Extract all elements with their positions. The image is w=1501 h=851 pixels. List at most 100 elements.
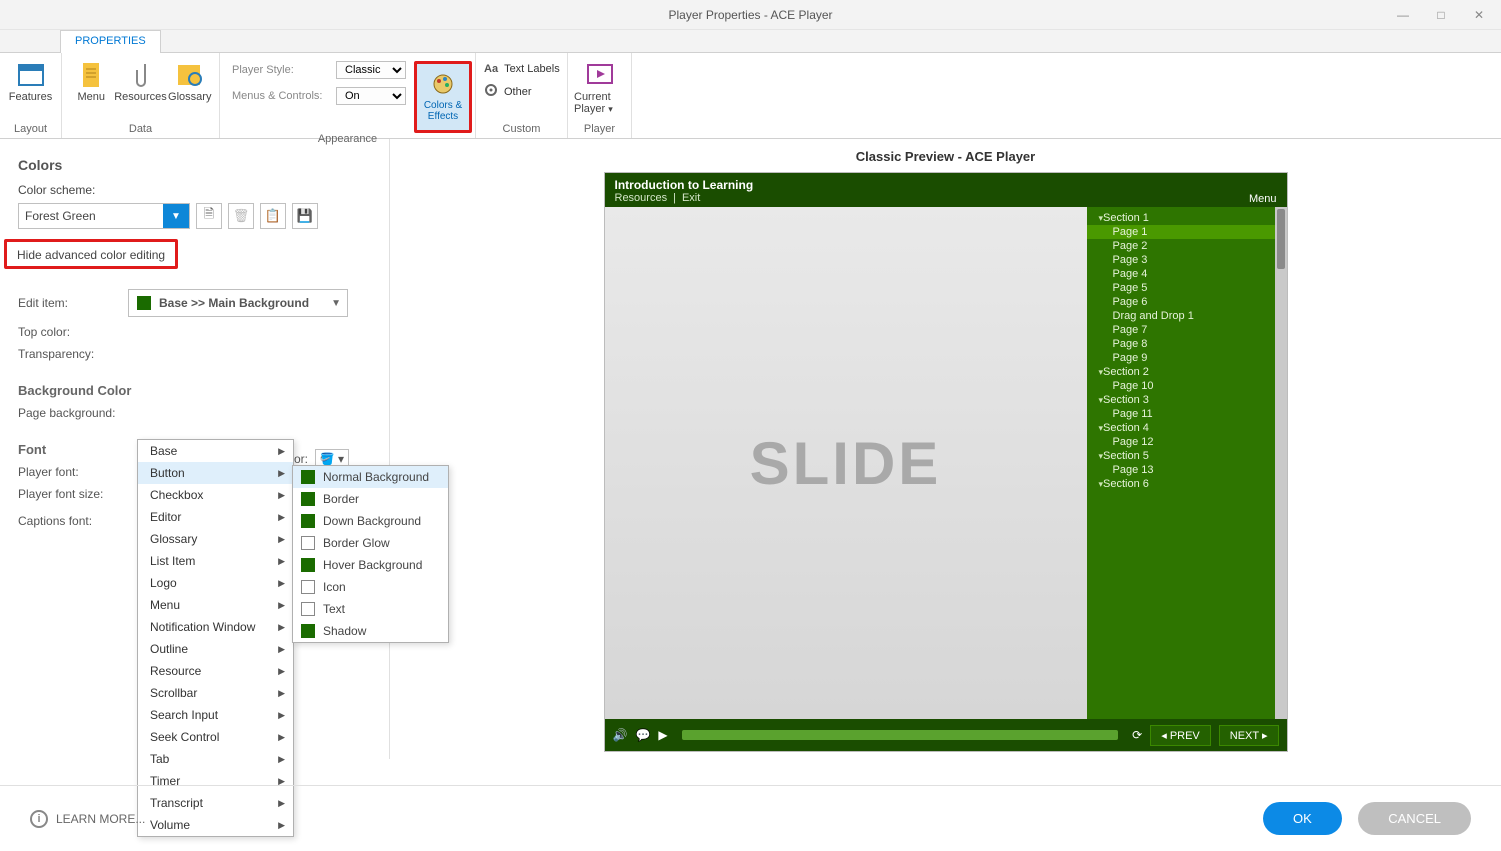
- glossary-icon: [174, 59, 206, 91]
- course-title: Introduction to Learning: [615, 178, 1277, 192]
- chevron-down-icon: ▼: [331, 298, 341, 309]
- new-scheme-button[interactable]: 🗎: [196, 203, 222, 229]
- current-player-icon: [584, 59, 616, 91]
- features-button[interactable]: Features: [6, 57, 55, 103]
- edit-item-select[interactable]: Base >> Main Background ▼: [128, 289, 348, 317]
- submenu-item-down-background[interactable]: Down Background: [293, 510, 448, 532]
- resources-button[interactable]: Resources: [115, 57, 167, 103]
- slide-area: SLIDE: [605, 207, 1087, 719]
- menu-item-notification-window[interactable]: Notification Window▶: [138, 616, 293, 638]
- outline-section[interactable]: Section 1: [1087, 211, 1287, 225]
- top-color-label: Top color:: [18, 325, 128, 339]
- menu-item-tab[interactable]: Tab▶: [138, 748, 293, 770]
- left-panel: Colors Color scheme: Forest Green ▼ 🗎 🗑 …: [0, 139, 390, 759]
- menu-item-logo[interactable]: Logo▶: [138, 572, 293, 594]
- paperclip-icon: [125, 59, 157, 91]
- replay-icon[interactable]: ⟳: [1132, 728, 1142, 742]
- resources-link[interactable]: Resources: [615, 192, 668, 204]
- outline-page[interactable]: Page 2: [1087, 239, 1287, 253]
- delete-scheme-button[interactable]: 🗑: [228, 203, 254, 229]
- outline-section[interactable]: Section 6: [1087, 477, 1287, 491]
- player-style-select[interactable]: Classic: [336, 61, 406, 79]
- exit-link[interactable]: Exit: [682, 192, 700, 204]
- submenu-item-border-glow[interactable]: Border Glow: [293, 532, 448, 554]
- tab-properties[interactable]: PROPERTIES: [60, 30, 161, 53]
- volume-icon[interactable]: 🔊: [613, 728, 628, 742]
- menu-item-checkbox[interactable]: Checkbox▶: [138, 484, 293, 506]
- menu-item-glossary[interactable]: Glossary▶: [138, 528, 293, 550]
- menu-item-outline[interactable]: Outline▶: [138, 638, 293, 660]
- other-button[interactable]: Other: [484, 83, 532, 100]
- duplicate-scheme-button[interactable]: 📋: [260, 203, 286, 229]
- outline-page[interactable]: Page 7: [1087, 323, 1287, 337]
- play-icon[interactable]: ▶: [658, 728, 667, 742]
- outline-page[interactable]: Page 13: [1087, 463, 1287, 477]
- prev-button[interactable]: ◂ PREV: [1150, 725, 1211, 746]
- menu-item-scrollbar[interactable]: Scrollbar▶: [138, 682, 293, 704]
- colors-effects-button[interactable]: Colors & Effects: [417, 64, 469, 130]
- ok-button[interactable]: OK: [1263, 802, 1342, 835]
- outline-section[interactable]: Section 5: [1087, 449, 1287, 463]
- outline-section[interactable]: Section 3: [1087, 393, 1287, 407]
- submenu-item-hover-background[interactable]: Hover Background: [293, 554, 448, 576]
- glossary-button[interactable]: Glossary: [167, 57, 214, 103]
- menu-item-resource[interactable]: Resource▶: [138, 660, 293, 682]
- menu-item-editor[interactable]: Editor▶: [138, 506, 293, 528]
- ribbon: Features Layout Menu Resources Glossary …: [0, 53, 1501, 139]
- close-button[interactable]: ✕: [1461, 4, 1497, 26]
- text-labels-button[interactable]: Aa Text Labels: [484, 63, 560, 75]
- captions-icon[interactable]: 💬: [635, 728, 650, 742]
- outline-page[interactable]: Page 12: [1087, 435, 1287, 449]
- edit-item-dropdown[interactable]: Base▶Button▶Checkbox▶Editor▶Glossary▶Lis…: [137, 439, 294, 837]
- group-player-label: Player: [568, 123, 631, 138]
- text-labels-icon: Aa: [484, 63, 498, 75]
- outline-page[interactable]: Page 9: [1087, 351, 1287, 365]
- menus-controls-select[interactable]: On: [336, 87, 406, 105]
- clipboard-icon: 📋: [265, 208, 281, 224]
- outline-panel[interactable]: Section 1Page 1Page 2Page 3Page 4Page 5P…: [1087, 207, 1287, 719]
- outline-page[interactable]: Page 8: [1087, 337, 1287, 351]
- submenu-item-shadow[interactable]: Shadow: [293, 620, 448, 642]
- edit-item-submenu[interactable]: Normal BackgroundBorderDown BackgroundBo…: [292, 465, 449, 643]
- submenu-item-normal-background[interactable]: Normal Background: [293, 466, 448, 488]
- outline-section[interactable]: Section 4: [1087, 421, 1287, 435]
- menu-item-seek-control[interactable]: Seek Control▶: [138, 726, 293, 748]
- menu-item-list-item[interactable]: List Item▶: [138, 550, 293, 572]
- save-scheme-button[interactable]: 💾: [292, 203, 318, 229]
- color-scheme-label: Color scheme:: [18, 183, 371, 197]
- scrollbar[interactable]: [1275, 207, 1287, 719]
- minimize-button[interactable]: —: [1385, 4, 1421, 26]
- outline-page[interactable]: Page 3: [1087, 253, 1287, 267]
- next-button[interactable]: NEXT ▸: [1219, 725, 1279, 746]
- window-title: Player Properties - ACE Player: [668, 8, 832, 22]
- menu-button[interactable]: Menu: [68, 57, 115, 103]
- player-header: Introduction to Learning Resources | Exi…: [605, 173, 1287, 207]
- learn-more-link[interactable]: i LEARN MORE...: [30, 810, 145, 828]
- player-font-label: Player font:: [18, 465, 128, 479]
- outline-page[interactable]: Page 1: [1087, 225, 1287, 239]
- outline-page[interactable]: Page 5: [1087, 281, 1287, 295]
- menu-item-base[interactable]: Base▶: [138, 440, 293, 462]
- outline-page[interactable]: Page 4: [1087, 267, 1287, 281]
- outline-section[interactable]: Section 2: [1087, 365, 1287, 379]
- submenu-item-border[interactable]: Border: [293, 488, 448, 510]
- hide-advanced-link[interactable]: Hide advanced color editing: [17, 248, 165, 262]
- menu-item-menu[interactable]: Menu▶: [138, 594, 293, 616]
- outline-page[interactable]: Page 11: [1087, 407, 1287, 421]
- cancel-button[interactable]: CANCEL: [1358, 802, 1471, 835]
- outline-page[interactable]: Page 10: [1087, 379, 1287, 393]
- outline-page[interactable]: Page 6: [1087, 295, 1287, 309]
- submenu-item-icon[interactable]: Icon: [293, 576, 448, 598]
- page-background-label: Page background:: [18, 406, 128, 420]
- document-icon: 🗎: [204, 205, 214, 227]
- submenu-item-text[interactable]: Text: [293, 598, 448, 620]
- player-menu-label[interactable]: Menu: [1249, 193, 1277, 205]
- maximize-button[interactable]: □: [1423, 4, 1459, 26]
- menu-item-search-input[interactable]: Search Input▶: [138, 704, 293, 726]
- current-player-button[interactable]: Current Player ▾: [574, 57, 625, 115]
- menu-item-button[interactable]: Button▶: [138, 462, 293, 484]
- color-scheme-select[interactable]: Forest Green ▼: [18, 203, 190, 229]
- seek-bar[interactable]: [682, 730, 1119, 740]
- player-style-label: Player Style:: [232, 64, 328, 76]
- outline-page[interactable]: Drag and Drop 1: [1087, 309, 1287, 323]
